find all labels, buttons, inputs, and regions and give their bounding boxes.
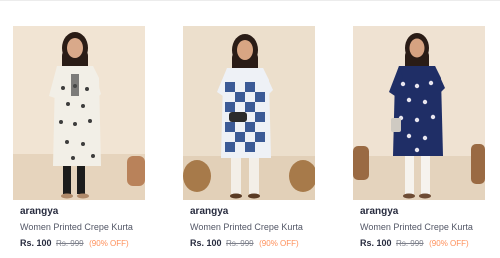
product-card[interactable]: arangya Women Printed Crepe Kurta Rs. 10… <box>353 26 485 258</box>
product-image[interactable] <box>353 26 485 200</box>
model-photo-navy-kurta <box>353 26 485 200</box>
product-mrp: Rs. 999 <box>396 239 424 248</box>
product-image[interactable] <box>183 26 315 200</box>
product-name: Women Printed Crepe Kurta <box>360 222 473 232</box>
product-price: Rs. 100 <box>190 238 222 248</box>
product-card[interactable]: arangya Women Printed Crepe Kurta Rs. 10… <box>13 26 145 258</box>
product-card[interactable]: arangya Women Printed Crepe Kurta Rs. 10… <box>183 26 315 258</box>
product-discount: (90% OFF) <box>429 239 469 248</box>
product-grid: arangya Women Printed Crepe Kurta Rs. 10… <box>0 0 500 258</box>
product-name: Women Printed Crepe Kurta <box>190 222 303 232</box>
product-price-row: Rs. 100 Rs. 999 (90% OFF) <box>360 238 469 248</box>
product-price: Rs. 100 <box>20 238 52 248</box>
product-image[interactable] <box>13 26 145 200</box>
product-brand: arangya <box>20 206 59 217</box>
product-mrp: Rs. 999 <box>226 239 254 248</box>
product-discount: (90% OFF) <box>259 239 299 248</box>
product-brand: arangya <box>190 206 229 217</box>
product-price: Rs. 100 <box>360 238 392 248</box>
model-photo-blue-check-kurta <box>183 26 315 200</box>
product-price-row: Rs. 100 Rs. 999 (90% OFF) <box>20 238 129 248</box>
model-photo-cream-kurta <box>13 26 145 200</box>
product-discount: (90% OFF) <box>89 239 129 248</box>
product-name: Women Printed Crepe Kurta <box>20 222 133 232</box>
product-brand: arangya <box>360 206 399 217</box>
product-mrp: Rs. 999 <box>56 239 84 248</box>
product-price-row: Rs. 100 Rs. 999 (90% OFF) <box>190 238 299 248</box>
